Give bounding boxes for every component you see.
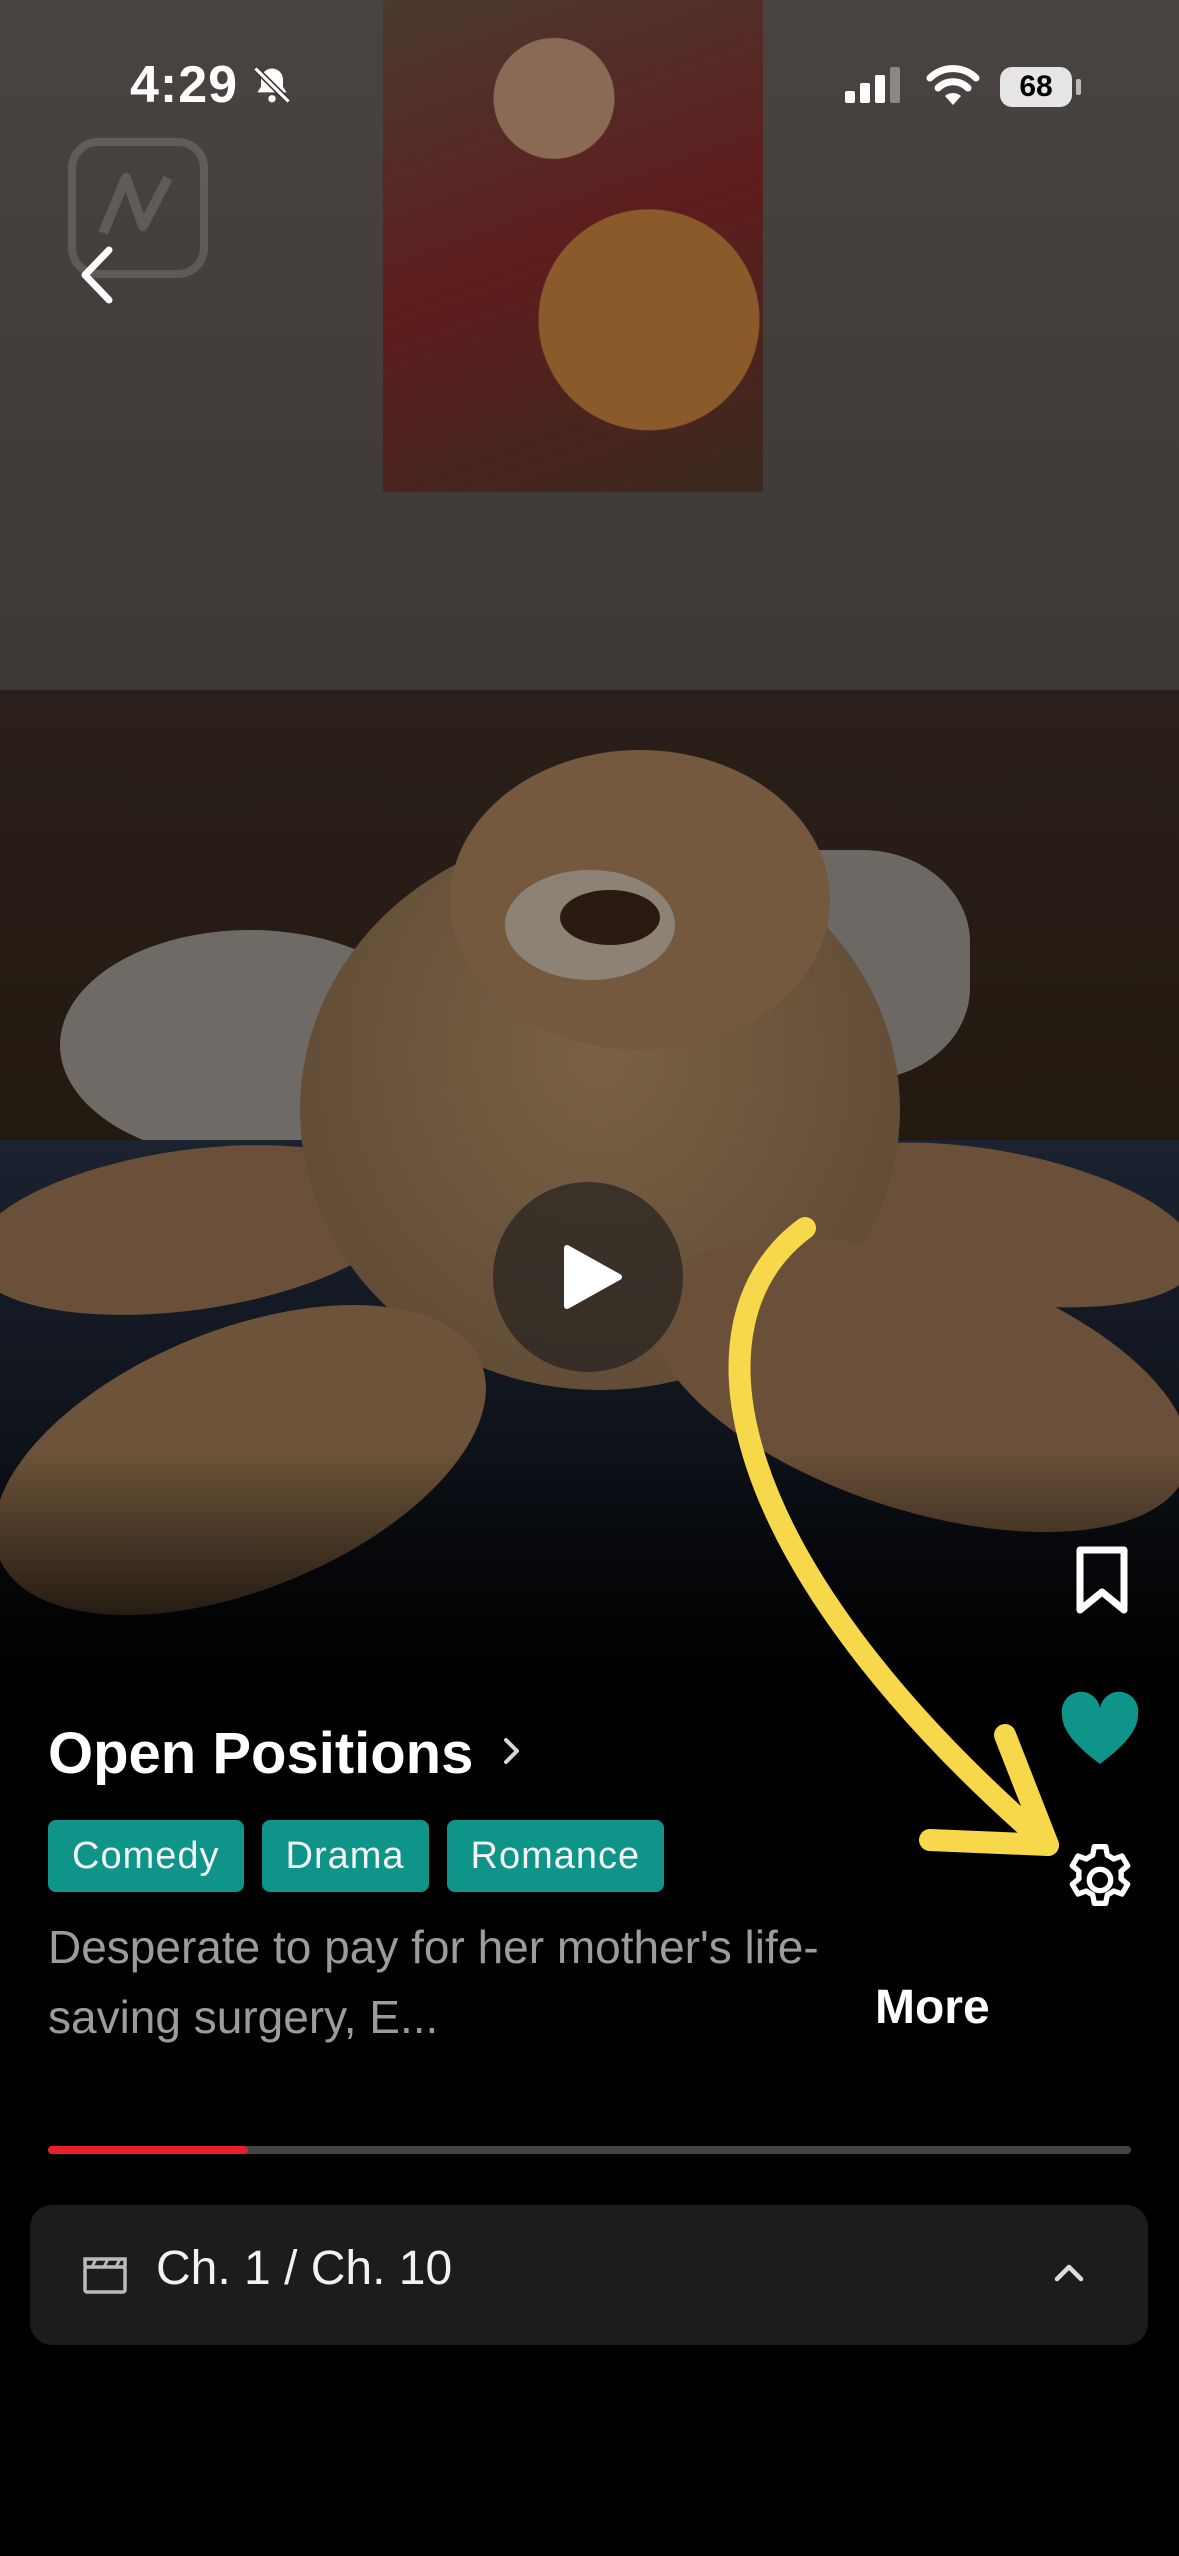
heart-icon <box>1061 1691 1139 1764</box>
chevron-up-icon <box>1052 2260 1086 2289</box>
bookmark-button[interactable] <box>1062 1540 1142 1620</box>
chevron-right-icon <box>502 1734 522 1773</box>
chapter-selector[interactable]: Ch. 1 / Ch. 10 <box>30 2205 1148 2345</box>
show-title-link[interactable]: Open Positions <box>48 1720 522 1800</box>
settings-button[interactable] <box>1060 1840 1140 1920</box>
genre-tag[interactable]: Drama <box>261 1820 429 1892</box>
show-title: Open Positions <box>48 1721 474 1786</box>
playback-progress-fill <box>48 2146 249 2154</box>
like-button[interactable] <box>1058 1690 1139 1770</box>
clapperboard-icon <box>82 2255 128 2300</box>
chapter-label: Ch. 1 / Ch. 10 <box>156 2242 453 2295</box>
gear-icon <box>1069 1844 1131 1906</box>
playback-progress-bar[interactable] <box>48 2146 1131 2154</box>
genre-tag[interactable]: Comedy <box>48 1820 244 1892</box>
genre-tags: Comedy Drama Romance <box>48 1820 682 1892</box>
annotation-arrow <box>728 1217 1059 1856</box>
more-button[interactable]: More <box>875 1980 990 2035</box>
show-description: Desperate to pay for her mother's life-s… <box>48 1921 819 2043</box>
genre-tag[interactable]: Romance <box>446 1820 665 1892</box>
bookmark-icon <box>1076 1546 1128 1614</box>
